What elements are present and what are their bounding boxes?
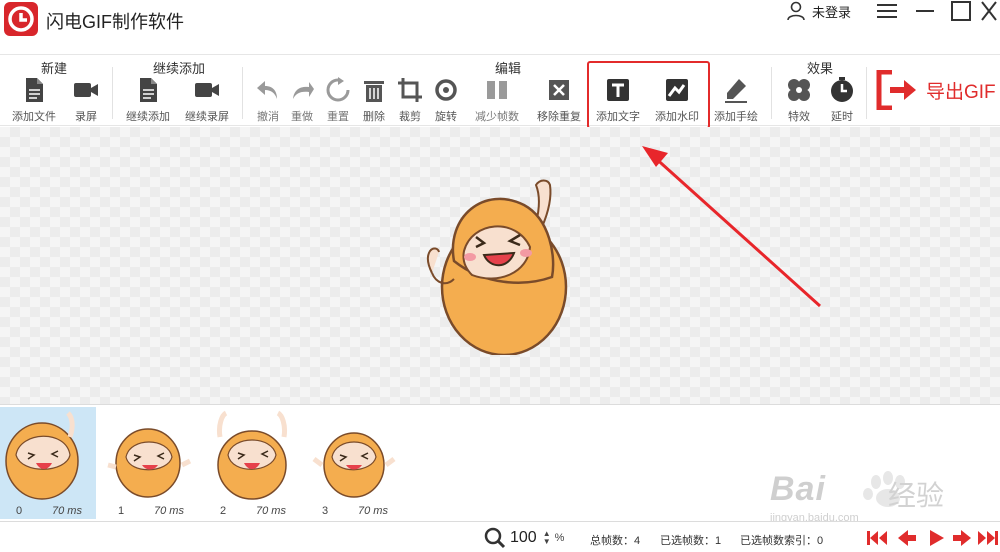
frame-duration: 70 ms — [154, 505, 184, 517]
frame-index: 2 — [220, 505, 227, 517]
previous-frame-icon[interactable] — [896, 529, 918, 547]
file-icon — [26, 78, 43, 102]
toolbar: 新建 继续添加 编辑 效果 添加文件 录屏 继续添加 继续录屏 撤消 重做 重置… — [0, 54, 1000, 126]
minimize-icon[interactable] — [914, 0, 936, 22]
watermark-text-jingyan: 经验 — [888, 480, 945, 511]
export-icon — [876, 70, 916, 110]
login-button[interactable]: 未登录 — [786, 0, 851, 22]
reduce-frames-button[interactable]: 减少帧数 — [467, 75, 527, 125]
total-frames: 总帧数：4 — [590, 535, 641, 547]
delay-label: 延时 — [831, 111, 853, 123]
frame-thumbnail — [217, 410, 287, 500]
pen-icon — [725, 79, 747, 103]
file-icon — [140, 78, 157, 102]
rotate-icon — [435, 79, 457, 101]
preview-canvas[interactable] — [0, 127, 1000, 404]
zoom-stepper-icon[interactable]: ▲ ▼ — [543, 530, 551, 546]
record-button[interactable]: 录屏 — [56, 75, 116, 125]
close-icon[interactable] — [980, 0, 998, 22]
last-frame-icon[interactable] — [977, 529, 999, 547]
app-logo-icon — [4, 2, 38, 36]
frame-thumbnail — [5, 411, 79, 500]
menu-icon[interactable] — [876, 0, 898, 22]
frame-item[interactable]: 0 70 ms — [0, 407, 96, 519]
frame-index: 3 — [322, 505, 329, 517]
next-frame-icon[interactable] — [951, 529, 973, 547]
export-gif-label: 导出GIF — [926, 81, 996, 103]
zoom-value[interactable]: 100 — [510, 529, 537, 547]
selected-frame-index: 已选帧数索引：0 — [740, 535, 824, 547]
watermark-text: Bai — [770, 470, 826, 508]
user-icon — [787, 1, 805, 21]
clover-icon — [788, 79, 810, 101]
remove-duplicate-button[interactable]: 移除重复 — [529, 75, 589, 125]
character-preview-image — [426, 179, 568, 355]
delay-button[interactable]: 延时 — [812, 75, 872, 125]
frame-item[interactable]: 3 70 ms — [306, 407, 402, 519]
zoom-icon — [484, 527, 506, 549]
zoom-control[interactable]: 100 ▲ ▼ % — [484, 527, 564, 549]
first-frame-icon[interactable] — [866, 529, 888, 547]
frame-index: 1 — [118, 505, 125, 517]
app-window: 闪电GIF制作软件 未登录 新建 继续添加 编辑 效果 添加文件 录屏 继续添加… — [0, 0, 1000, 552]
continue-add-button[interactable]: 继续添加 — [118, 75, 178, 125]
continue-record-button[interactable]: 继续录屏 — [177, 75, 237, 125]
add-drawing-button[interactable]: 添加手绘 — [706, 75, 766, 125]
maximize-icon[interactable] — [950, 0, 972, 22]
status-bar: 100 ▲ ▼ % 总帧数：4 已选帧数：1 已选帧数索引：0 — [0, 521, 1000, 552]
video-camera-icon — [195, 83, 219, 97]
clock-icon — [831, 77, 853, 102]
frame-thumbnail — [312, 432, 396, 498]
zoom-unit: % — [554, 532, 565, 544]
frame-item[interactable]: 1 70 ms — [102, 407, 198, 519]
frame-duration: 70 ms — [52, 505, 82, 517]
play-icon[interactable] — [925, 529, 947, 547]
frame-duration: 70 ms — [256, 505, 286, 517]
reduce-frames-icon — [487, 81, 507, 99]
add-drawing-label: 添加手绘 — [714, 111, 758, 123]
selected-frames: 已选帧数：1 — [660, 535, 722, 547]
export-gif-button[interactable]: 导出GIF — [876, 70, 996, 110]
title-bar: 闪电GIF制作软件 未登录 — [0, 0, 1000, 54]
login-label: 未登录 — [812, 4, 852, 20]
frame-item[interactable]: 2 70 ms — [204, 407, 300, 519]
remove-duplicate-icon — [549, 80, 569, 100]
app-title: 闪电GIF制作软件 — [46, 12, 184, 32]
highlight-box — [587, 61, 710, 129]
video-camera-icon — [74, 83, 98, 97]
frame-index: 0 — [16, 505, 23, 517]
frame-thumbnail — [107, 428, 192, 498]
frame-duration: 70 ms — [358, 505, 388, 517]
